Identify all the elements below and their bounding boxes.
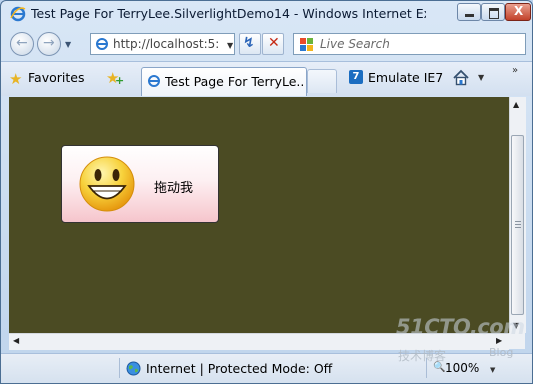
tab-label: Test Page For TerryLe...: [165, 74, 305, 89]
star-icon: ★: [9, 70, 23, 88]
globe-icon: [126, 361, 141, 376]
navigation-bar: ← → ▼ http://localhost:5: ▼ ↯ ✕ Live Sea…: [1, 27, 532, 61]
ie-logo-icon: [10, 6, 26, 22]
page-icon: [148, 75, 160, 87]
zoom-dropdown-icon[interactable]: ▼: [490, 366, 495, 374]
minimize-button[interactable]: [457, 3, 481, 21]
status-divider: [119, 358, 120, 378]
windows-flag-icon: [300, 38, 313, 51]
scroll-up-icon[interactable]: ▲: [513, 100, 519, 109]
search-input[interactable]: Live Search: [293, 33, 526, 55]
emulate-ie7-label: Emulate IE7: [368, 70, 444, 85]
grip-icon: [515, 221, 521, 228]
tab-bar: ★ Favorites ★ + Test Page For TerryLe...…: [1, 61, 532, 96]
toolbar-overflow-icon[interactable]: »: [512, 65, 518, 76]
page-icon: [96, 38, 108, 50]
scroll-left-icon[interactable]: ◀: [13, 336, 19, 345]
favorites-label: Favorites: [28, 70, 85, 85]
address-dropdown-icon[interactable]: ▼: [227, 41, 233, 50]
vertical-scrollbar[interactable]: ▲ ▼: [509, 97, 526, 333]
stop-icon: ✕: [268, 35, 280, 51]
refresh-icon: ↯: [243, 35, 255, 51]
drag-me-label: 拖动我: [154, 181, 194, 196]
address-url: http://localhost:5:: [113, 37, 220, 51]
recent-pages-dropdown-icon[interactable]: ▼: [65, 40, 71, 49]
refresh-button[interactable]: ↯: [239, 33, 261, 55]
home-dropdown-icon[interactable]: ▼: [478, 73, 484, 82]
address-field[interactable]: http://localhost:5: ▼: [90, 33, 235, 55]
close-button[interactable]: X: [505, 3, 531, 21]
zoom-level[interactable]: 100%: [445, 361, 479, 375]
forward-button[interactable]: →: [37, 32, 61, 56]
add-to-favorites-button[interactable]: ★ +: [104, 68, 126, 90]
window-title: Test Page For TerryLee.SilverlightDemo14…: [31, 6, 426, 21]
stop-button[interactable]: ✕: [262, 33, 284, 55]
security-zone-text[interactable]: Internet | Protected Mode: Off: [146, 361, 332, 376]
browser-window: Test Page For TerryLee.SilverlightDemo14…: [0, 0, 533, 384]
silverlight-content-area: 拖动我: [9, 97, 509, 333]
close-icon: X: [514, 4, 524, 18]
title-bar: Test Page For TerryLee.SilverlightDemo14…: [1, 1, 532, 27]
watermark-blog: Blog: [489, 346, 514, 359]
new-tab-button[interactable]: [307, 69, 337, 93]
vertical-scroll-thumb[interactable]: [511, 135, 524, 315]
ie7-icon: 7: [349, 70, 363, 84]
forward-arrow-icon: →: [43, 35, 55, 51]
status-bar: Internet | Protected Mode: Off 🔍 100% ▼: [1, 353, 532, 383]
watermark-tagline: 技术博客: [398, 349, 447, 363]
tab-active-page[interactable]: Test Page For TerryLe...: [141, 67, 307, 96]
search-placeholder: Live Search: [320, 37, 390, 51]
back-arrow-icon: ←: [16, 35, 28, 51]
maximize-button[interactable]: [481, 3, 505, 21]
drag-me-button[interactable]: 拖动我: [61, 145, 219, 223]
home-icon[interactable]: [451, 68, 471, 88]
watermark-brand: 51CTO.com: [396, 315, 525, 339]
back-button[interactable]: ←: [10, 32, 34, 56]
plus-icon: +: [115, 74, 125, 87]
smiley-face-icon: [79, 156, 135, 212]
